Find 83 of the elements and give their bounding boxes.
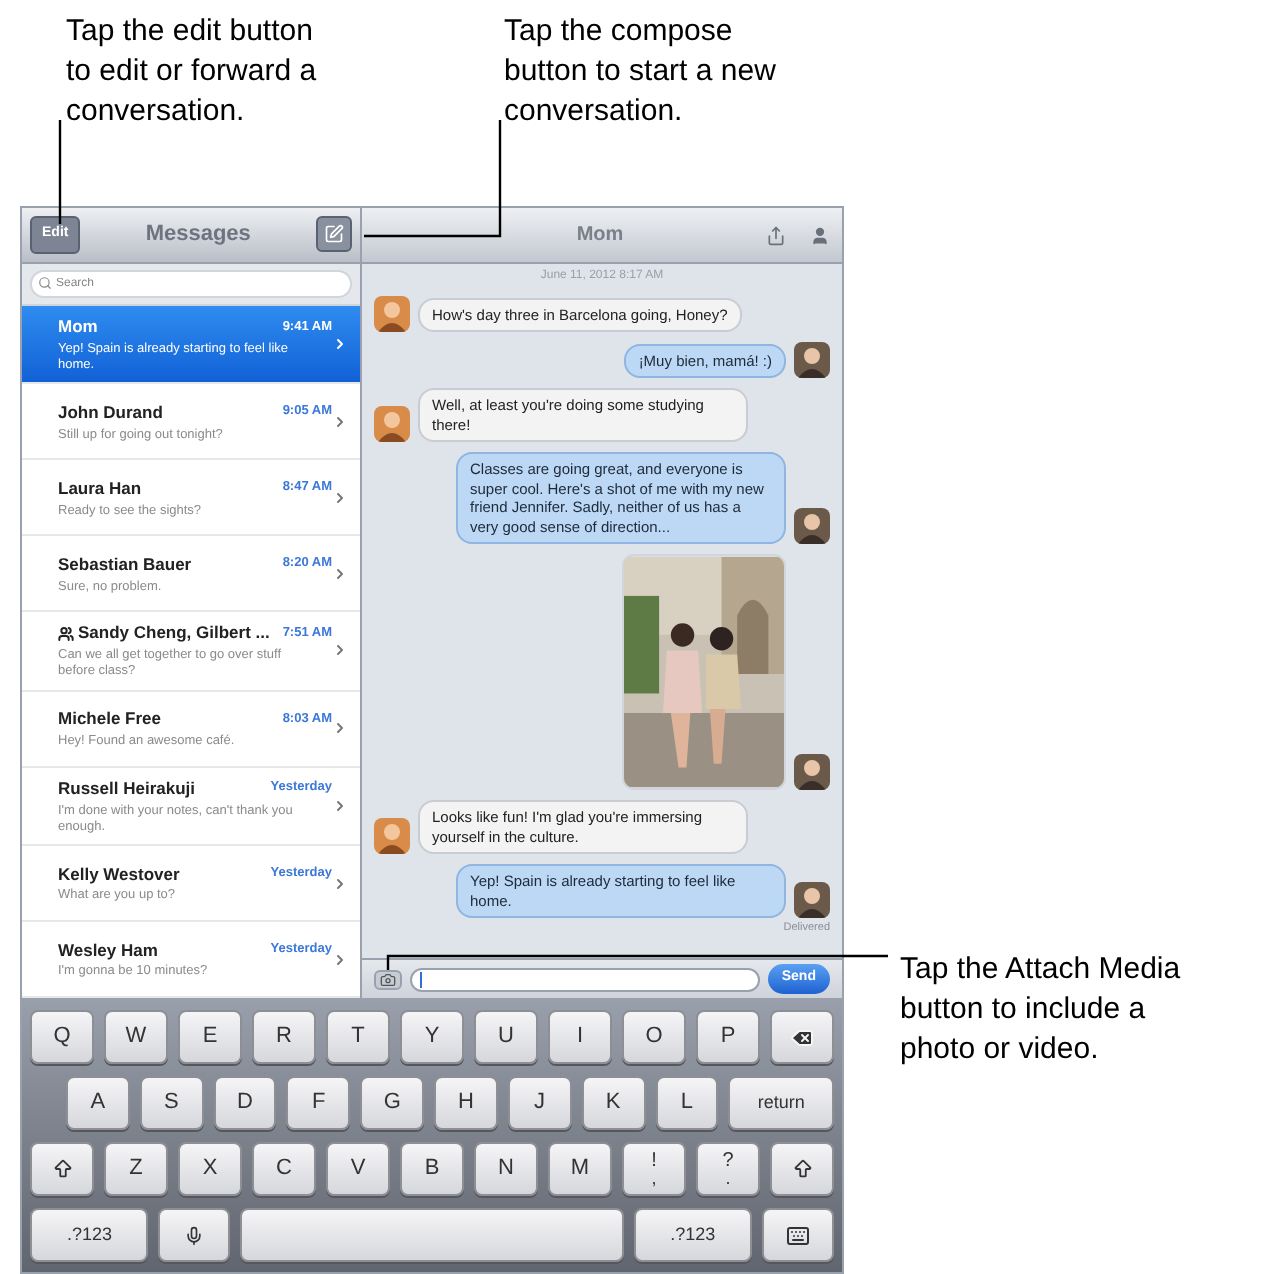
shift-key[interactable] — [770, 1142, 834, 1196]
chevron-icon — [332, 797, 348, 814]
keyboard-key[interactable]: A — [66, 1076, 130, 1130]
leader-line — [58, 120, 62, 224]
shift-icon — [51, 1158, 73, 1180]
keyboard-key[interactable]: .?123 — [30, 1208, 149, 1262]
keyboard-key[interactable]: K — [581, 1076, 645, 1130]
contact-name: Kelly Westover — [58, 861, 180, 887]
keyboard-key[interactable]: Z — [104, 1142, 168, 1196]
chevron-icon — [332, 951, 348, 968]
keyboard-key[interactable]: return — [728, 1076, 834, 1130]
avatar — [374, 818, 410, 854]
share-icon — [766, 225, 786, 245]
callout-text: Tap the edit button to edit or forward a conversation. — [66, 12, 317, 132]
keyboard-key[interactable]: Q — [30, 1010, 94, 1064]
callout-text: Tap the compose button to start a new conversation. — [504, 12, 776, 132]
keyboard-key[interactable]: B — [400, 1142, 464, 1196]
contact-name: Sandy Cheng, Gilbert ... — [78, 620, 270, 647]
keyboard-key[interactable]: D — [213, 1076, 277, 1130]
chevron-icon — [332, 413, 348, 430]
avatar — [794, 882, 830, 918]
leader-line — [364, 120, 502, 238]
keyboard-icon — [786, 1223, 811, 1247]
keyboard-key[interactable]: G — [360, 1076, 425, 1130]
keyboard-key[interactable]: W — [104, 1010, 168, 1064]
group-icon — [58, 625, 74, 642]
avatar — [374, 406, 410, 442]
backspace-icon — [790, 1025, 814, 1049]
avatar — [794, 342, 830, 378]
contact-name: Wesley Ham — [58, 937, 158, 963]
keyboard-key[interactable]: J — [507, 1076, 572, 1130]
avatar — [794, 508, 830, 544]
microphone-icon — [184, 1225, 205, 1245]
shift-key[interactable] — [30, 1142, 94, 1196]
contact-name: Laura Han — [58, 475, 142, 502]
shift-icon — [791, 1158, 813, 1180]
keyboard-key[interactable]: I — [548, 1010, 612, 1064]
keyboard-key[interactable]: R — [252, 1010, 316, 1064]
keyboard-key[interactable]: P — [696, 1010, 760, 1064]
keyboard-key[interactable]: O — [622, 1010, 686, 1064]
contact-name: Sebastian Bauer — [58, 551, 192, 578]
keyboard-key[interactable]: V — [326, 1142, 390, 1196]
avatar — [374, 296, 410, 332]
space-key[interactable] — [240, 1208, 624, 1262]
chevron-icon — [332, 489, 348, 506]
camera-icon — [380, 971, 396, 987]
keyboard-key[interactable]: X — [178, 1142, 242, 1196]
keyboard-key[interactable]: F — [286, 1076, 351, 1130]
contact-icon — [810, 225, 830, 245]
contact-name: Michele Free — [58, 706, 161, 732]
dictation-key[interactable] — [158, 1208, 231, 1262]
keyboard-key[interactable]: ! , — [622, 1142, 686, 1196]
keyboard-key[interactable]: .?123 — [633, 1208, 753, 1262]
hide-keyboard-key[interactable] — [762, 1208, 834, 1262]
attach-media-button[interactable] — [374, 969, 402, 989]
chat-title: Mom — [576, 222, 624, 250]
keyboard-key[interactable]: S — [139, 1076, 204, 1130]
keyboard-key[interactable]: L — [655, 1076, 719, 1130]
chevron-icon — [332, 642, 348, 659]
compose-button[interactable] — [315, 216, 352, 253]
keyboard-key[interactable]: H — [434, 1076, 498, 1130]
sidebar-title: Messages — [145, 220, 251, 251]
message-field[interactable] — [410, 967, 760, 991]
chevron-icon — [332, 565, 348, 582]
contact-name: Russell Heirakuji — [58, 775, 196, 802]
contact-name: Mom — [58, 314, 98, 340]
keyboard-key[interactable]: M — [548, 1142, 612, 1196]
delete-key[interactable] — [770, 1010, 834, 1064]
keyboard-key[interactable]: E — [178, 1010, 242, 1064]
keyboard-key[interactable]: U — [474, 1010, 538, 1064]
compose-icon — [323, 224, 344, 245]
chevron-icon — [332, 335, 348, 352]
chevron-icon — [332, 875, 348, 892]
keyboard-key[interactable]: C — [252, 1142, 316, 1196]
avatar — [794, 754, 830, 790]
keyboard-key[interactable]: N — [474, 1142, 538, 1196]
keyboard-key[interactable]: ? . — [696, 1142, 760, 1196]
search-icon — [38, 276, 52, 291]
callout-text: Tap the Attach Media button to include a photo or video. — [900, 950, 1181, 1070]
contact-name: John Durand — [58, 399, 163, 426]
keyboard-key[interactable]: T — [326, 1010, 390, 1064]
keyboard-key[interactable]: Y — [400, 1010, 464, 1064]
chevron-icon — [332, 720, 348, 737]
